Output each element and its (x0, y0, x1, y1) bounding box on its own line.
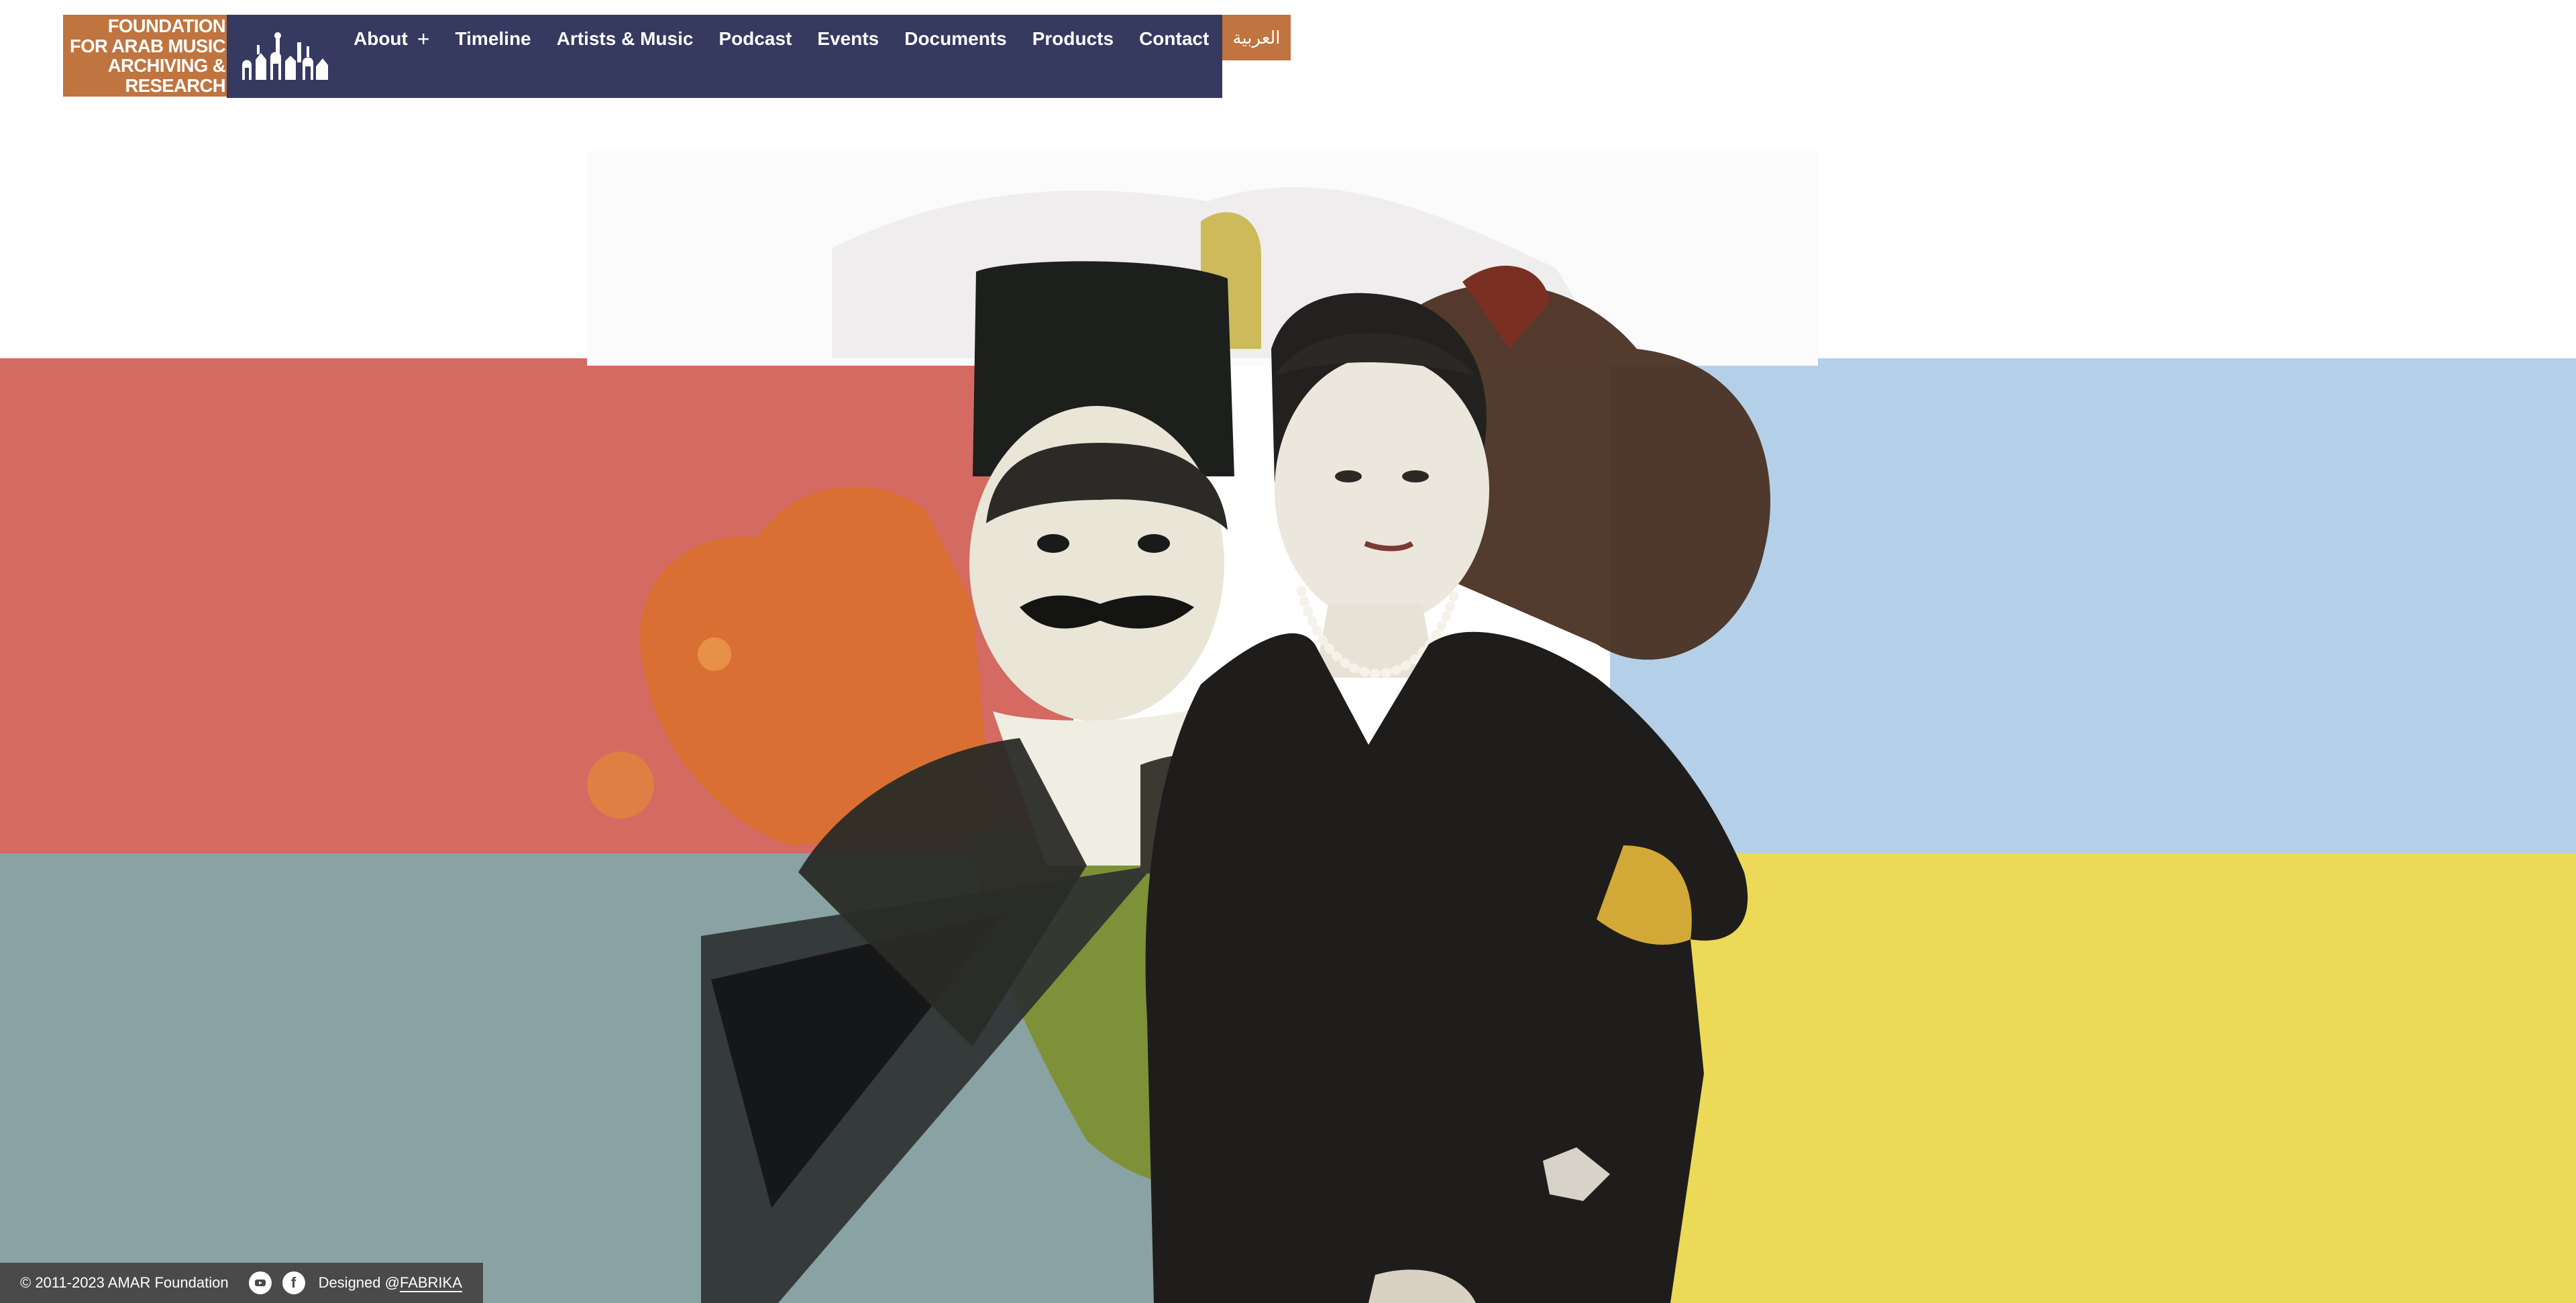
hero-portrait-collage (587, 151, 1818, 1303)
logo-line: RESEARCH (125, 74, 225, 96)
main-navigation: About + Timeline Artists & Music Podcast… (227, 15, 1222, 98)
nav-item-products[interactable]: Products (1020, 28, 1126, 50)
nav-item-label: Timeline (455, 28, 531, 49)
plus-icon[interactable]: + (417, 27, 430, 52)
nav-item-label: About (354, 28, 408, 49)
facebook-icon[interactable]: f (282, 1271, 305, 1294)
nav-item-label: Events (817, 28, 879, 49)
youtube-icon[interactable] (248, 1271, 272, 1294)
nav-item-events[interactable]: Events (804, 28, 892, 50)
nav-item-label: Artists & Music (556, 28, 694, 49)
nav-menu: About + Timeline Artists & Music Podcast… (341, 0, 1222, 81)
nav-item-label: Podcast (718, 28, 792, 49)
nav-item-timeline[interactable]: Timeline (443, 28, 544, 50)
language-switch-arabic[interactable]: العربية (1222, 15, 1291, 60)
logo-line: FOR ARAB MUSIC (70, 35, 226, 56)
nav-item-contact[interactable]: Contact (1126, 28, 1222, 50)
designed-prefix: Designed @ (318, 1274, 400, 1291)
amar-skyline-logo-icon[interactable] (227, 15, 341, 98)
nav-item-documents[interactable]: Documents (892, 28, 1019, 50)
designed-by-text: Designed @FABRIKA (319, 1274, 462, 1292)
nav-item-podcast[interactable]: Podcast (706, 28, 804, 50)
footer-bar: © 2011-2023 AMAR Foundation f Designed @… (0, 1263, 483, 1303)
nav-item-artists-music[interactable]: Artists & Music (544, 28, 706, 50)
logo-line: ARCHIVING & (107, 55, 226, 76)
nav-item-about[interactable]: About + (341, 27, 443, 52)
fabrika-link[interactable]: FABRIKA (399, 1274, 462, 1292)
logo-line: FOUNDATION (107, 15, 226, 36)
nav-item-label: Documents (904, 28, 1007, 49)
nav-item-label: Contact (1139, 28, 1210, 49)
copyright-text: © 2011-2023 AMAR Foundation (20, 1274, 229, 1291)
foundation-logo-text[interactable]: FOUNDATION FOR ARAB MUSIC ARCHIVING & RE… (63, 15, 227, 97)
nav-item-label: Products (1032, 28, 1114, 49)
hero-banner (0, 0, 2576, 1303)
